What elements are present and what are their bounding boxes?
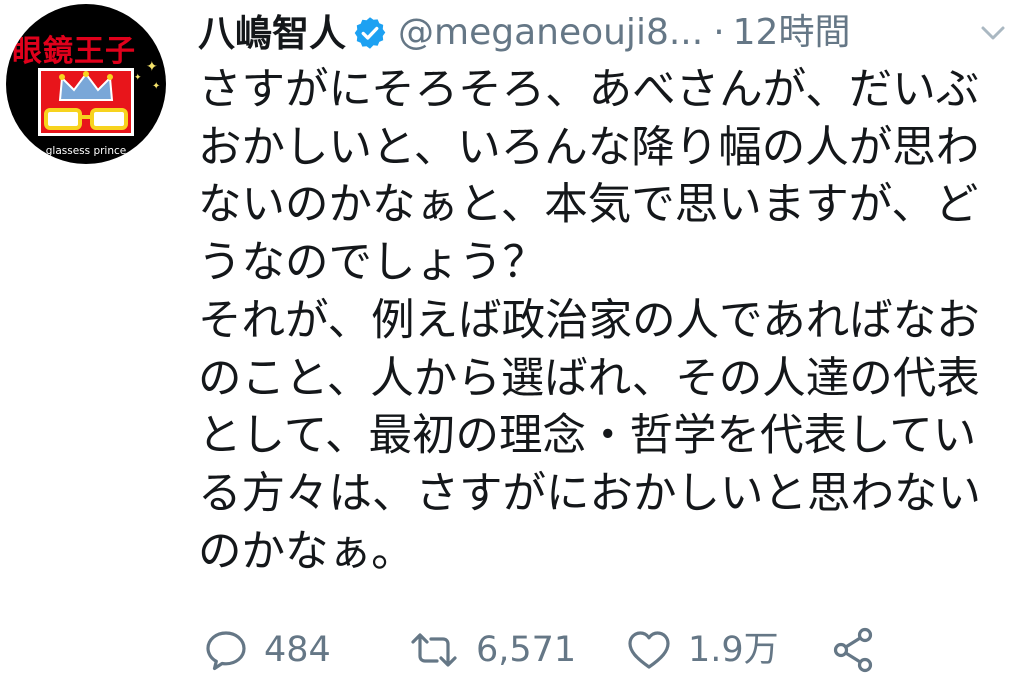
heart-icon <box>628 631 670 669</box>
avatar-banner-text: 眼鏡王子 <box>12 34 136 69</box>
share-icon <box>833 627 873 673</box>
tweet-text-line: る方々は、さすがにおかしいと思わない <box>198 468 981 519</box>
user-handle[interactable]: @meganeouji8... <box>398 15 703 51</box>
tweet-text-line: おかしいと、いろんな降り幅の人が思わ <box>198 122 980 173</box>
verified-badge-icon <box>354 17 386 49</box>
tweet-text-line: それが、例えば政治家の人であればなお <box>198 295 980 346</box>
sparkle-icon: ✦ <box>134 73 142 83</box>
glasses-icon <box>44 108 128 130</box>
like-button[interactable]: 1.9万 <box>626 622 779 678</box>
display-name[interactable]: 八嶋智人 <box>198 15 346 52</box>
reply-icon <box>206 631 246 671</box>
chevron-down-icon[interactable] <box>978 20 1008 46</box>
tweet-header: 八嶋智人 @meganeouji8... · 12時間 <box>198 8 1008 58</box>
separator-dot: · <box>713 12 725 53</box>
avatar-caption: glassess prince <box>45 145 127 157</box>
reply-button[interactable]: 484 <box>204 622 331 678</box>
tweet-text-line: のかなぁ。 <box>198 526 415 577</box>
tweet-text-line: ないのかなぁと、本気で思いますが、ど <box>198 180 979 231</box>
crown-icon <box>58 71 114 101</box>
share-button[interactable] <box>830 622 878 678</box>
reply-count: 484 <box>264 629 331 670</box>
like-count: 1.9万 <box>688 629 779 670</box>
retweet-icon <box>411 633 457 667</box>
tweet-text-line: として、最初の理念・哲学を代表してい <box>198 411 977 462</box>
tweet-actions: 484 6,571 1.9万 <box>198 622 1010 678</box>
tweet-text-line: うなのでしょう？ <box>198 238 546 289</box>
tweet-text-line: さすがにそろそろ、あべさんが、だいぶ <box>198 65 980 115</box>
sparkle-icon: ✦ <box>146 59 158 75</box>
tweet-text-line: のこと、人から選ばれ、その人達の代表 <box>198 353 980 404</box>
retweet-count: 6,571 <box>476 629 577 670</box>
sparkle-icon: ✦ <box>152 81 161 92</box>
retweet-button[interactable]: 6,571 <box>408 622 576 678</box>
tweet-timestamp[interactable]: 12時間 <box>733 15 851 51</box>
avatar[interactable]: 眼鏡王子 ✦ ✦ ✦ glassess prince <box>6 4 166 164</box>
tweet-text: さすがにそろそろ、あべさんが、だいぶ おかしいと、いろんな降り幅の人が思わ ない… <box>198 62 1010 581</box>
tweet: 眼鏡王子 ✦ ✦ ✦ glassess prince 八嶋智人 @meganeo… <box>0 0 1015 682</box>
